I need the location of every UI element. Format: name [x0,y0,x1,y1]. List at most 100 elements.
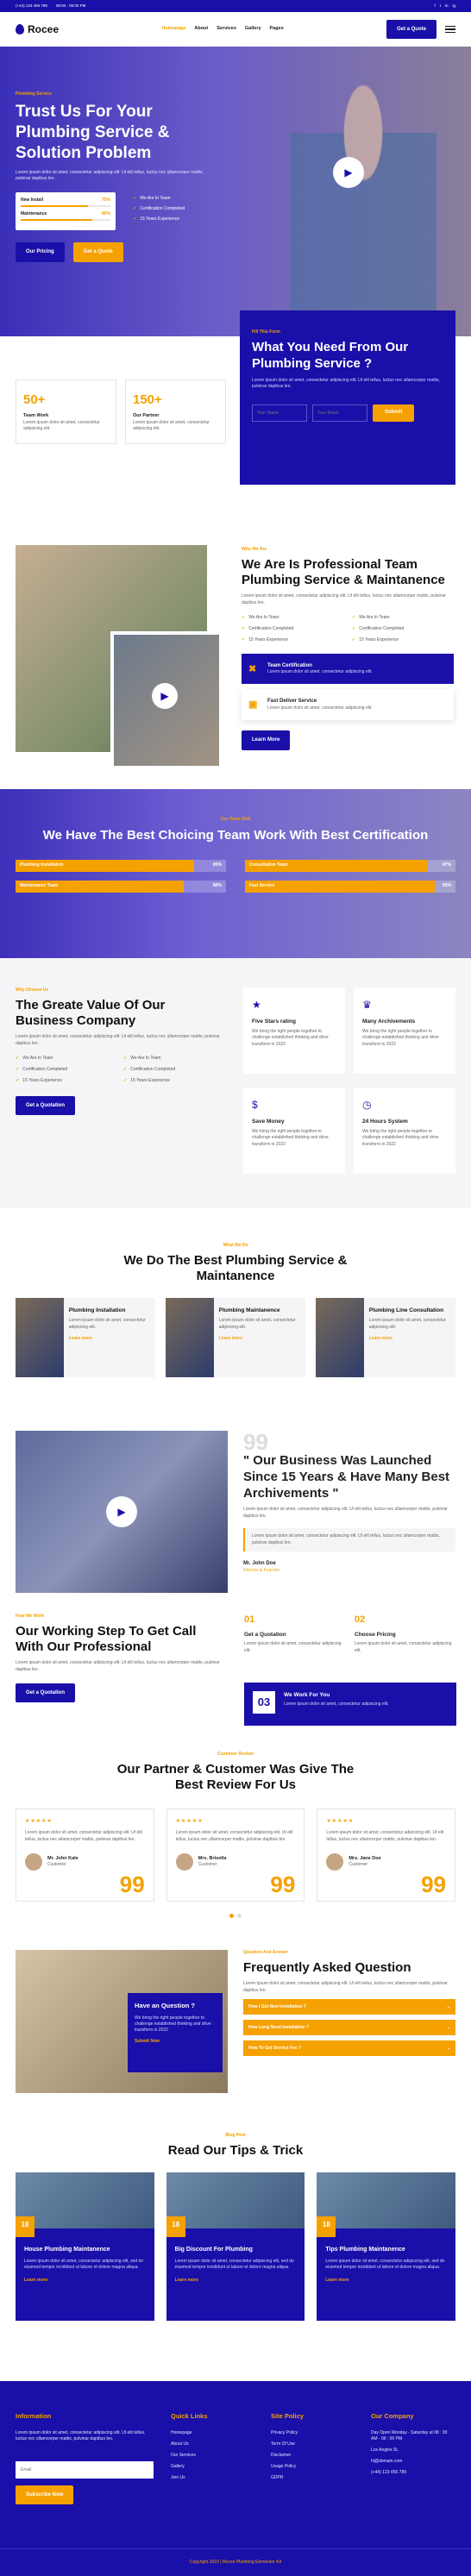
reviewer-role: Customer [47,1862,66,1868]
form-text: Lorem ipsum dolor sit amet, consectetur … [252,377,440,390]
footer-policy-link[interactable]: Privacy Policy [271,2430,354,2436]
faq-accordion-item[interactable]: How To Get Service Fee ? ⌄ [243,2040,455,2056]
skill-bar [21,205,110,208]
reviewer-name: Mrs. Jane Doe [349,1855,381,1861]
footer-policy-link[interactable]: Usage Policy [271,2464,354,2470]
learn-more-link[interactable]: Learn more [69,1336,150,1342]
service-text: Lorem ipsum dolor sit amet, consectetur … [68,1318,146,1330]
value-card-title: 24 Hours System [362,1118,408,1125]
clock-icon: ◷ [362,1099,372,1111]
submit-button[interactable]: Submit [373,404,415,422]
faq-kicker: Question And Answer [243,1950,288,1955]
faq-section: Have an Question ? We bring the right pe… [0,1941,471,2122]
author-name: Mr. John Doe [243,1561,276,1567]
play-video-icon[interactable]: ▶ [333,157,364,188]
nav-item-about[interactable]: About [194,26,208,33]
phone-text: (+44) 123 456 789 [16,3,47,8]
quote-icon: 99 [270,1871,296,1897]
avatar [326,1853,344,1871]
carousel-dot[interactable] [237,1914,242,1918]
form-title: What You Need From Our Plumbing Service … [252,340,409,371]
twitter-icon[interactable]: t [440,3,441,9]
post-text: Lorem ipsum dolor sit amet, consectetur … [325,2258,445,2270]
about-section: ▶ Who We Are We Are Is Professional Team… [0,517,471,776]
nav-item-homepage[interactable]: Homepage [161,26,185,33]
service-card[interactable]: Plumbing Line Consultation Lorem ipsum d… [316,1298,455,1377]
subscribe-button[interactable]: Subscribe Now [16,2485,74,2504]
value-card: $ Save Money We bring the right people t… [243,1087,345,1174]
step-title: Get a Quotation [244,1632,286,1639]
cert-bar-percent: 87% [442,862,451,868]
learn-more-link[interactable]: Learn more [325,2278,447,2284]
team-certification-card: ✖ Team Certification Lorem ipsum dolor s… [242,654,454,685]
service-card[interactable]: Plumbing Maintanence Lorem ipsum dolor s… [166,1298,305,1377]
email-input[interactable] [312,404,367,422]
blog-post-card[interactable]: 18 House Plumbing Maintanence Lorem ipsu… [16,2172,154,2321]
reviewer-role: Customer [198,1862,217,1868]
fast-deliver-card: ▣ Fast Deliver Service Lorem ipsum dolor… [242,689,454,721]
faq-accordion-item[interactable]: How Long Need Installation ? ⌄ [243,2020,455,2035]
hero-get-quote-button[interactable]: Get a Quote [72,242,123,262]
blog-post-card[interactable]: 18 Tips Plumbing Maintanence Lorem ipsum… [317,2172,456,2321]
faq-accordion-item[interactable]: How I Get New Installation ? ⌄ [243,1999,455,2015]
post-date: 18 [16,2216,35,2237]
brand-logo[interactable]: Rocee [16,22,59,37]
footer-policy-link[interactable]: GDPR [271,2475,354,2481]
step-number: 03 [253,1691,275,1714]
facebook-icon[interactable]: f [434,3,435,9]
skill-label: New Install [21,197,44,204]
footer-email-input[interactable] [16,2460,154,2479]
get-quote-button[interactable]: Get a Quote [386,19,436,40]
footer-link[interactable]: About Us [171,2441,254,2448]
submit-now-link[interactable]: Submit Now [135,2039,216,2045]
carousel-dots [16,1914,455,1918]
footer-link[interactable]: Gallery [171,2464,254,2470]
nav-item-services[interactable]: Services [217,26,236,33]
quote-mark: 99 [243,1429,268,1455]
learn-more-link[interactable]: Learn more [24,2278,146,2284]
learn-more-link[interactable]: Learn more [175,2278,297,2284]
service-card[interactable]: Plumbing Installation Lorem ipsum dolor … [16,1298,155,1377]
steps-section: How We Work Our Working Step To Get Call… [0,1588,471,1726]
learn-more-button[interactable]: Learn More [242,730,291,750]
carousel-dot[interactable] [229,1914,234,1918]
hamburger-menu-icon[interactable] [444,25,455,34]
name-input[interactable] [252,404,307,422]
value-title: The Greate Value Of Our Business Company [16,998,166,1028]
card-text: Lorem ipsum dolor sit amet, consectetur … [267,669,373,675]
footer-link[interactable]: Our Services [171,2453,254,2459]
nav-item-pages[interactable]: Pages [270,26,284,33]
reviewer-role: Customer [349,1862,368,1868]
cert-bar-percent: 90% [442,882,451,888]
nav-item-gallery[interactable]: Gallery [245,26,261,33]
footer-link[interactable]: Join Us [171,2475,254,2481]
service-text: Lorem ipsum dolor sit amet, consectetur … [218,1318,296,1330]
footer-link[interactable]: Homepage [171,2430,254,2436]
play-video-icon[interactable]: ▶ [152,683,178,709]
play-video-icon[interactable]: ▶ [106,1496,137,1527]
footer-policy-link[interactable]: Term Of Use [271,2441,354,2448]
post-title: Tips Plumbing Maintanence [325,2247,405,2253]
review-text: Lorem ipsum dolor sit amet, consectetur … [175,1830,293,1842]
step-text: Lorem ipsum dolor sit amet, consectetur … [244,1641,342,1653]
blog-post-image: 18 [166,2172,305,2237]
review-card: ★★★★★ Lorem ipsum dolor sit amet, consec… [16,1808,154,1902]
team-image: ▶ [16,1431,228,1593]
footer-info-text: Lorem ipsum dolor sit amet, consectetur … [16,2429,146,2441]
our-pricing-button[interactable]: Our Pricing [16,242,65,262]
footer-email[interactable]: hi@domain.com [371,2459,454,2465]
get-quotation-button[interactable]: Get a Quotation [16,1096,75,1116]
steps-quotation-button[interactable]: Get a Quotation [16,1683,75,1703]
linkedin-icon[interactable]: in [445,3,449,9]
blog-post-card[interactable]: 18 Big Discount For Plumbing Lorem ipsum… [166,2172,305,2321]
stat-card: 50+ Team Work Lorem ipsum dolor sit amet… [16,379,116,444]
footer-phone[interactable]: (+44) 123 456 789 [371,2470,454,2476]
learn-more-link[interactable]: Learn more [219,1336,300,1342]
value-card: ★ Five Stars rating We bring the right p… [243,987,345,1074]
instagram-icon[interactable]: ig [452,3,455,9]
stat-title: Team Work [23,413,49,418]
learn-more-link[interactable]: Learn more [369,1336,450,1342]
step-text: Lorem ipsum dolor sit amet, consectetur … [284,1702,389,1708]
footer-policy-link[interactable]: Disclaimer [271,2453,354,2459]
about-check-item: 15 Years Experience [242,637,343,643]
